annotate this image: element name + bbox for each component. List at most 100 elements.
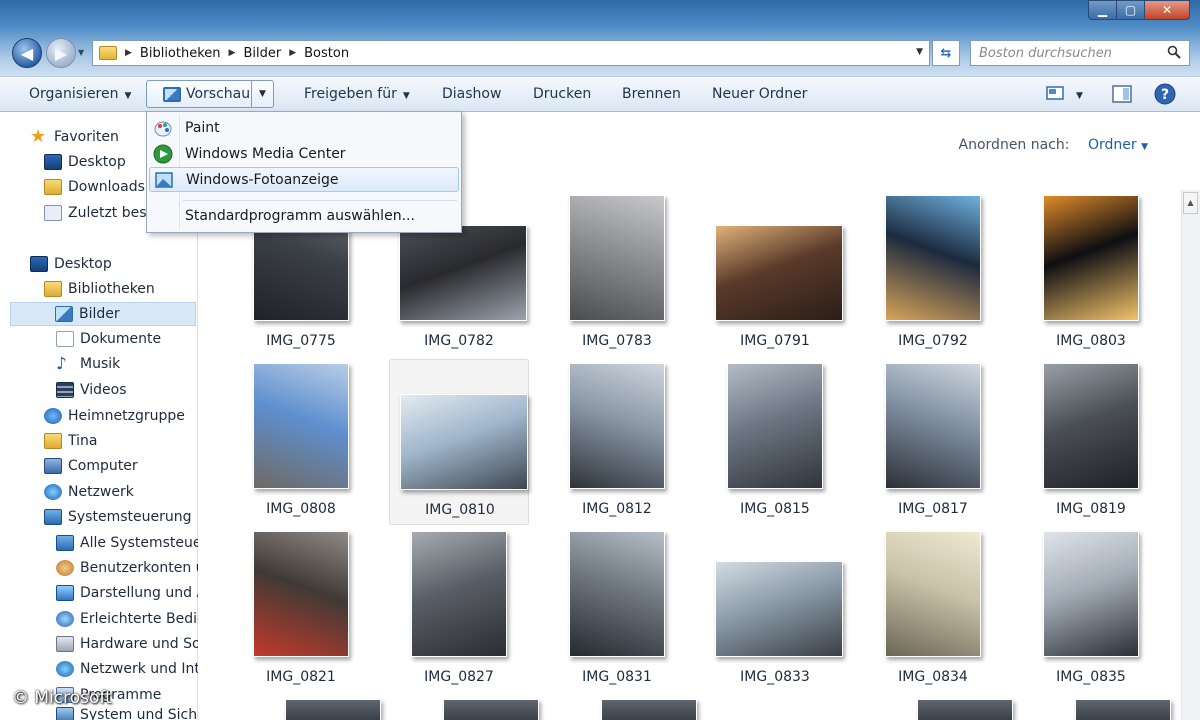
- sidebar-item-benutzerkonten[interactable]: Benutzerkonten ur: [56, 556, 198, 580]
- print-button[interactable]: Drucken: [533, 86, 591, 102]
- arrange-by-dropdown[interactable]: Ordner ▼: [1088, 137, 1148, 153]
- file-thumbnail[interactable]: IMG_0821: [231, 527, 371, 693]
- sidebar-item-label: System und Sicher: [80, 707, 198, 720]
- preview-dropdown-button[interactable]: ▼: [251, 81, 273, 107]
- burn-button[interactable]: Brennen: [622, 86, 681, 102]
- file-thumbnail[interactable]: IMG_0803: [1021, 191, 1161, 357]
- forward-button[interactable]: ▶: [46, 38, 76, 68]
- file-thumbnail[interactable]: IMG_0827: [389, 527, 529, 693]
- breadcrumb-separator[interactable]: ▶: [289, 48, 296, 58]
- file-name-label: IMG_0783: [582, 333, 652, 349]
- menu-item-paint[interactable]: Paint: [149, 115, 459, 140]
- sidebar-item-recent[interactable]: Zuletzt besu: [44, 201, 155, 225]
- sidebar-item-label: Benutzerkonten ur: [80, 560, 198, 576]
- photo-thumbnail-image[interactable]: [917, 699, 1013, 720]
- sidebar-item-bilder[interactable]: Bilder: [10, 302, 196, 326]
- minimize-button[interactable]: ▁: [1088, 0, 1116, 20]
- sidebar-item-musik[interactable]: ♪ Musik: [56, 352, 120, 376]
- menu-item-windows-media-center[interactable]: Windows Media Center: [149, 141, 459, 166]
- address-bar[interactable]: ▶ Bibliotheken ▶ Bilder ▶ Boston ▼: [92, 40, 930, 66]
- file-name-label: IMG_0791: [740, 333, 810, 349]
- breadcrumb-boston[interactable]: Boston: [304, 46, 349, 61]
- photo-thumbnail-image[interactable]: [443, 699, 539, 720]
- breadcrumb-separator[interactable]: ▶: [125, 48, 132, 58]
- sidebar-item-downloads[interactable]: Downloads: [44, 175, 145, 199]
- maximize-button[interactable]: ▢: [1116, 0, 1144, 20]
- close-button[interactable]: ✕: [1144, 0, 1190, 20]
- search-input[interactable]: [979, 45, 1159, 61]
- file-name-label: IMG_0812: [582, 501, 652, 517]
- sidebar-item-systemsteuerung[interactable]: Systemsteuerung: [44, 505, 191, 529]
- photo-thumbnail-image: [400, 394, 528, 490]
- preview-pane-button[interactable]: [1112, 85, 1132, 107]
- share-button[interactable]: Freigeben für ▼: [304, 86, 410, 102]
- sidebar-item-computer[interactable]: Computer: [44, 454, 138, 478]
- breadcrumb-separator[interactable]: ▶: [229, 48, 236, 58]
- file-thumbnail[interactable]: IMG_0833: [705, 527, 845, 693]
- downloads-folder-icon: [44, 179, 62, 195]
- sidebar-item-label: Desktop: [68, 154, 126, 170]
- sidebar-item-videos[interactable]: Videos: [56, 378, 127, 402]
- users-icon: [56, 560, 74, 576]
- menu-item-choose-default-program[interactable]: Standardprogramm auswählen...: [149, 203, 459, 228]
- new-folder-button[interactable]: Neuer Ordner: [712, 86, 807, 102]
- sidebar-item-favoriten[interactable]: ★ Favoriten: [30, 125, 119, 149]
- sidebar-item-erleichterte-bedienung[interactable]: Erleichterte Bedier: [56, 607, 198, 631]
- sidebar-item-darstellung[interactable]: Darstellung und A: [56, 581, 198, 605]
- breadcrumb-bibliotheken[interactable]: Bibliotheken: [140, 46, 221, 61]
- photo-thumbnail-image: [253, 531, 349, 657]
- refresh-button[interactable]: ⇆: [932, 40, 960, 66]
- music-note-icon: ♪: [56, 354, 67, 374]
- menu-item-windows-fotoanzeige[interactable]: Windows-Fotoanzeige: [149, 167, 459, 192]
- address-dropdown-icon[interactable]: ▼: [916, 47, 923, 57]
- search-icon[interactable]: [1167, 45, 1181, 59]
- photo-thumbnail-image[interactable]: [285, 699, 381, 720]
- sidebar-item-label: Computer: [68, 458, 138, 474]
- vertical-scrollbar[interactable]: [1181, 190, 1200, 720]
- sidebar-item-netzwerk[interactable]: Netzwerk: [44, 480, 134, 504]
- sidebar-item-bibliotheken[interactable]: Bibliotheken: [44, 277, 155, 301]
- preview-button[interactable]: Vorschau: [147, 86, 251, 102]
- window-controls: ▁ ▢ ✕: [1088, 0, 1190, 20]
- back-button[interactable]: ◀: [12, 38, 42, 68]
- file-thumbnail[interactable]: IMG_0812: [547, 359, 687, 525]
- search-box[interactable]: [970, 40, 1190, 66]
- sidebar-item-hardware-sound[interactable]: Hardware und Sou: [56, 632, 198, 656]
- file-thumbnail[interactable]: IMG_0810: [389, 359, 529, 525]
- change-view-button[interactable]: [1046, 85, 1064, 105]
- sidebar-item-heimnetzgruppe[interactable]: Heimnetzgruppe: [44, 404, 185, 428]
- sidebar-item-dokumente[interactable]: Dokumente: [56, 327, 161, 351]
- slideshow-button[interactable]: Diashow: [442, 86, 501, 102]
- file-name-label: IMG_0831: [582, 669, 652, 685]
- recent-pages-dropdown[interactable]: ▼: [78, 48, 84, 57]
- photo-thumbnail-image: [399, 225, 527, 321]
- sidebar-item-netzwerk-internet[interactable]: Netzwerk und Inte: [56, 657, 198, 681]
- file-thumbnail[interactable]: IMG_0835: [1021, 527, 1161, 693]
- sidebar-item-label: Zuletzt besu: [68, 205, 156, 221]
- organize-button[interactable]: Organisieren ▼: [29, 86, 131, 102]
- file-thumbnail[interactable]: IMG_0831: [547, 527, 687, 693]
- photo-thumbnail-image[interactable]: [1075, 699, 1171, 720]
- sidebar-item-label: Desktop: [54, 256, 112, 272]
- sidebar-item-tina[interactable]: Tina: [44, 429, 97, 453]
- scroll-up-button[interactable]: ▲: [1183, 192, 1198, 214]
- sidebar-item-label: Netzwerk und Inte: [80, 661, 198, 677]
- file-thumbnail[interactable]: IMG_0792: [863, 191, 1003, 357]
- breadcrumb-bilder[interactable]: Bilder: [243, 46, 281, 61]
- preview-split-button[interactable]: Vorschau ▼: [146, 80, 274, 108]
- photo-thumbnail-image[interactable]: [601, 699, 697, 720]
- file-thumbnail[interactable]: IMG_0808: [231, 359, 371, 525]
- file-thumbnail[interactable]: IMG_0819: [1021, 359, 1161, 525]
- file-name-label: IMG_0810: [425, 502, 495, 518]
- help-button[interactable]: ?: [1154, 83, 1176, 109]
- sidebar-item-alle-systemsteuerung[interactable]: Alle Systemsteueru: [56, 531, 198, 555]
- file-thumbnail[interactable]: IMG_0783: [547, 191, 687, 357]
- file-thumbnail[interactable]: IMG_0791: [705, 191, 845, 357]
- sidebar-item-system-sicherheit[interactable]: System und Sicher: [56, 707, 198, 720]
- view-options-dropdown[interactable]: ▼: [1076, 86, 1083, 102]
- file-thumbnail[interactable]: IMG_0817: [863, 359, 1003, 525]
- file-thumbnail[interactable]: IMG_0815: [705, 359, 845, 525]
- file-thumbnail[interactable]: IMG_0834: [863, 527, 1003, 693]
- sidebar-item-desktop-fav[interactable]: Desktop: [44, 150, 126, 174]
- sidebar-item-desktop[interactable]: Desktop: [30, 252, 112, 276]
